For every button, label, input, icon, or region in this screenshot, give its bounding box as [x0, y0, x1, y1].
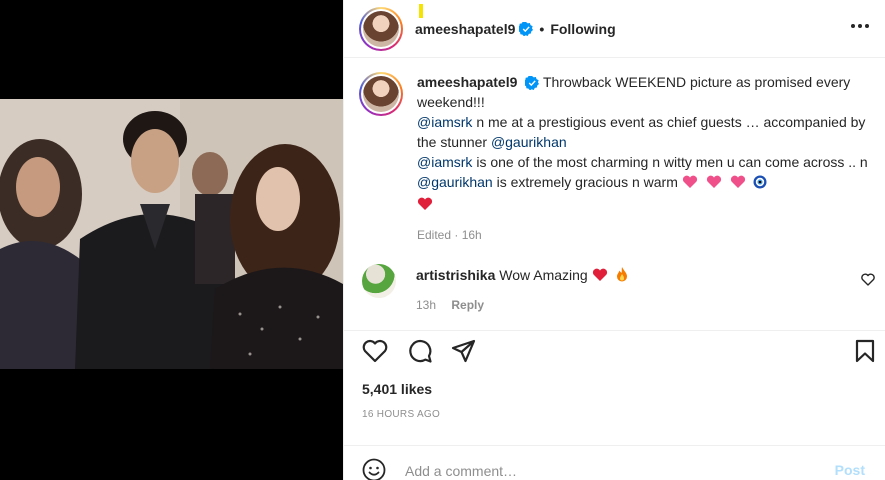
- red-heart-icon: [417, 196, 433, 216]
- caption-line-4: is extremely gracious n warm: [492, 174, 678, 190]
- nazar-amulet-icon: [753, 174, 767, 194]
- following-button[interactable]: Following: [550, 21, 615, 37]
- caption-meta: Edited · 16h: [417, 228, 482, 242]
- emoji-smile-icon[interactable]: [362, 458, 386, 480]
- more-options-icon[interactable]: [848, 14, 872, 38]
- caption-username[interactable]: ameeshapatel9: [417, 74, 517, 90]
- edited-label: Edited: [417, 228, 452, 242]
- fire-icon: [616, 266, 628, 288]
- save-bookmark-icon[interactable]: [851, 337, 879, 365]
- header-username[interactable]: ameeshapatel9: [415, 21, 515, 37]
- mention-gaurikhan[interactable]: @gaurikhan: [491, 134, 567, 150]
- sparkling-heart-icon: [706, 174, 722, 194]
- action-bar: [344, 330, 885, 370]
- reply-button[interactable]: Reply: [451, 298, 484, 312]
- mention-iamsrk-2[interactable]: @iamsrk: [417, 154, 472, 170]
- post-timestamp[interactable]: 16 HOURS AGO: [362, 409, 440, 420]
- media-area: [0, 0, 343, 480]
- verified-badge-icon: [519, 21, 534, 36]
- caption-line-2: n me at a prestigious event as chief gue…: [417, 114, 866, 150]
- sparkling-heart-icon: [682, 174, 698, 194]
- post-comment-button[interactable]: Post: [835, 462, 865, 478]
- mention-gaurikhan-2[interactable]: @gaurikhan: [417, 174, 493, 190]
- mention-iamsrk[interactable]: @iamsrk: [417, 114, 472, 130]
- comment-avatar[interactable]: [362, 264, 396, 298]
- comment-body: artistrishika Wow Amazing 13h Reply: [416, 264, 846, 316]
- caption-avatar-ring[interactable]: [359, 72, 403, 116]
- caption-line-3: is one of the most charming n witty men …: [472, 154, 868, 170]
- post-details-panel: ameeshapatel9 • Following ameeshapatel9 …: [343, 0, 885, 480]
- add-comment-bar: Post: [343, 445, 885, 480]
- comment-item: artistrishika Wow Amazing 13h Reply: [362, 264, 846, 316]
- comment-like-heart-icon[interactable]: [861, 273, 875, 289]
- comment-meta: 13h Reply: [416, 294, 846, 316]
- comment-text: Wow Amazing: [499, 267, 588, 283]
- highlight-marker: [419, 4, 423, 18]
- caption-avatar[interactable]: [363, 76, 399, 112]
- profile-avatar-ring[interactable]: [359, 6, 403, 51]
- post-header: ameeshapatel9 • Following: [344, 0, 885, 58]
- comment-input[interactable]: [405, 460, 805, 480]
- red-heart-icon: [592, 266, 608, 288]
- caption-time[interactable]: 16h: [462, 228, 482, 242]
- post-caption: ameeshapatel9 Throwback WEEKEND picture …: [359, 72, 874, 245]
- comment-bubble-icon[interactable]: [406, 337, 434, 365]
- verified-badge-icon: [525, 76, 540, 90]
- likes-count[interactable]: 5,401 likes: [362, 381, 432, 397]
- comment-username[interactable]: artistrishika: [416, 267, 495, 283]
- post-photo[interactable]: [0, 99, 343, 369]
- sparkling-heart-icon: [730, 174, 746, 194]
- separator-dot: •: [539, 20, 545, 37]
- like-heart-icon[interactable]: [361, 337, 389, 365]
- avatar[interactable]: [363, 10, 399, 47]
- share-send-icon[interactable]: [450, 337, 478, 365]
- caption-text: ameeshapatel9 Throwback WEEKEND picture …: [417, 72, 874, 245]
- comment-time: 13h: [416, 298, 437, 312]
- instagram-post: ameeshapatel9 • Following ameeshapatel9 …: [0, 0, 885, 480]
